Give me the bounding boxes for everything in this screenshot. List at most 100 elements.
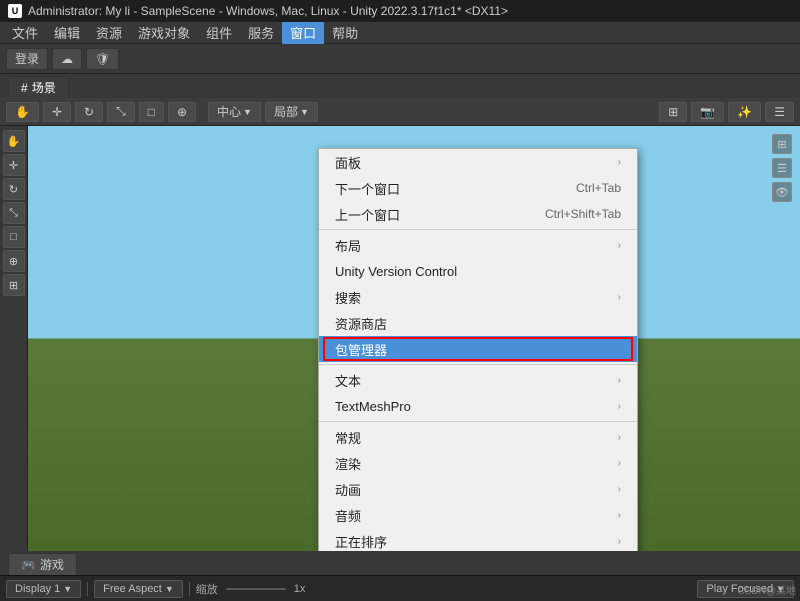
menu-item-prev-window-label: 上一个窗口 <box>335 205 400 224</box>
separator-1 <box>319 229 637 230</box>
rotate-tool[interactable]: ↻ <box>75 102 103 122</box>
menu-gameobject[interactable]: 游戏对象 <box>130 22 198 44</box>
menu-item-package-manager[interactable]: 包管理器 <box>319 336 637 362</box>
menu-item-textmeshpro-label: TextMeshPro <box>335 399 411 414</box>
menu-item-panel[interactable]: 面板 › <box>319 149 637 175</box>
scene-tab-icon: # <box>21 81 28 95</box>
scene-viewport: ⊞ ☰ 👁 面板 › 下一个窗口 Ctrl+Tab 上一个窗口 C <box>28 126 800 551</box>
scene-toolbar: ✋ ✛ ↻ ⤡ □ ⊕ 中心 ▼ 局部 ▼ ⊞ 📷 ✨ ☰ <box>0 98 800 126</box>
shortcut-next: Ctrl+Tab <box>576 181 621 195</box>
menu-window[interactable]: 窗口 <box>282 22 324 44</box>
menu-item-panel-label: 面板 <box>335 153 361 172</box>
move-icon[interactable]: ✛ <box>3 154 25 176</box>
tab-game[interactable]: 🎮 游戏 <box>8 553 77 575</box>
menu-file[interactable]: 文件 <box>4 22 46 44</box>
scale-icon[interactable]: ⤡ <box>3 202 25 224</box>
menu-item-render-label: 渲染 <box>335 454 361 473</box>
display-button[interactable]: Display 1 ▼ <box>6 580 81 598</box>
chevron-tmp: › <box>618 401 621 412</box>
nav-icon[interactable]: ⊞ <box>772 134 792 154</box>
center-toggle[interactable]: 中心 ▼ <box>208 102 261 122</box>
transform-icon[interactable]: ⊕ <box>3 250 25 272</box>
scale-value: 1x <box>294 583 306 595</box>
watermark: CSDN@某地 <box>738 582 797 597</box>
local-chevron: ▼ <box>300 107 309 117</box>
shield-button[interactable]: 🛡 <box>86 48 119 70</box>
separator-2 <box>319 364 637 365</box>
menu-item-animation[interactable]: 动画 › <box>319 476 637 502</box>
hand-tool[interactable]: ✋ <box>6 102 39 122</box>
custom-icon[interactable]: ⊞ <box>3 274 25 296</box>
menu-item-render[interactable]: 渲染 › <box>319 450 637 476</box>
display-chevron: ▼ <box>63 584 72 594</box>
move-tool[interactable]: ✛ <box>43 102 71 122</box>
menu-item-text-label: 文本 <box>335 371 361 390</box>
title-bar: U Administrator: My li - SampleScene - W… <box>0 0 800 22</box>
chevron-icon: › <box>618 157 621 168</box>
main-area: ✋ ✛ ↻ ⤡ □ ⊕ ⊞ ⊞ ☰ 👁 面板 › <box>0 126 800 551</box>
scale-tool[interactable]: ⤡ <box>107 102 135 122</box>
toolbar-row: 登录 ☁ 🛡 <box>0 44 800 74</box>
menu-item-layout[interactable]: 布局 › <box>319 232 637 258</box>
layers-icon[interactable]: ☰ <box>772 158 792 178</box>
menu-item-text[interactable]: 文本 › <box>319 367 637 393</box>
rotate-icon[interactable]: ↻ <box>3 178 25 200</box>
menu-item-sorting[interactable]: 正在排序 › <box>319 528 637 551</box>
menu-item-prev-window[interactable]: 上一个窗口 Ctrl+Shift+Tab <box>319 201 637 227</box>
separator-3 <box>319 421 637 422</box>
menu-help[interactable]: 帮助 <box>324 22 366 44</box>
chevron-sorting: › <box>618 536 621 547</box>
tab-scene[interactable]: # 场景 <box>8 76 69 98</box>
cloud-icon: ☁ <box>61 52 73 66</box>
aspect-label: Free Aspect <box>103 583 162 595</box>
dropdown-overlay: 面板 › 下一个窗口 Ctrl+Tab 上一个窗口 Ctrl+Shift+Tab… <box>28 148 800 551</box>
menu-item-sorting-label: 正在排序 <box>335 532 387 551</box>
layers-btn[interactable]: ☰ <box>765 102 794 122</box>
shield-icon: 🛡 <box>95 52 110 66</box>
divider-2 <box>189 582 190 596</box>
rect-icon[interactable]: □ <box>3 226 25 248</box>
login-label: 登录 <box>15 50 39 67</box>
chevron-general: › <box>618 432 621 443</box>
menu-item-layout-label: 布局 <box>335 236 361 255</box>
scene-tabs: # 场景 <box>0 74 800 98</box>
menu-edit[interactable]: 编辑 <box>46 22 88 44</box>
game-tab-icon: 🎮 <box>21 558 36 572</box>
menu-item-assetstore[interactable]: 资源商店 <box>319 310 637 336</box>
chevron-search: › <box>618 292 621 303</box>
display-label: Display 1 <box>15 583 60 595</box>
menu-item-package-manager-label: 包管理器 <box>335 340 387 359</box>
gizmo-btn[interactable]: ⊞ <box>659 102 687 122</box>
game-tabs: 🎮 游戏 <box>0 551 800 575</box>
chevron-layout: › <box>618 240 621 251</box>
menu-item-audio[interactable]: 音频 › <box>319 502 637 528</box>
menu-item-textmeshpro[interactable]: TextMeshPro › <box>319 393 637 419</box>
menu-item-search[interactable]: 搜索 › <box>319 284 637 310</box>
cloud-button[interactable]: ☁ <box>52 48 82 70</box>
aspect-chevron: ▼ <box>165 584 174 594</box>
transform-tool[interactable]: ⊕ <box>168 102 196 122</box>
login-button[interactable]: 登录 <box>6 48 48 70</box>
local-toggle[interactable]: 局部 ▼ <box>265 102 318 122</box>
menu-services[interactable]: 服务 <box>240 22 282 44</box>
rect-tool[interactable]: □ <box>139 102 164 122</box>
menu-item-vcs-label: Unity Version Control <box>335 264 457 279</box>
menu-item-next-window[interactable]: 下一个窗口 Ctrl+Tab <box>319 175 637 201</box>
menu-item-vcs[interactable]: Unity Version Control <box>319 258 637 284</box>
title-text: Administrator: My li - SampleScene - Win… <box>28 4 508 18</box>
menu-assets[interactable]: 资源 <box>88 22 130 44</box>
menu-item-general[interactable]: 常规 › <box>319 424 637 450</box>
chevron-audio: › <box>618 510 621 521</box>
center-chevron: ▼ <box>243 107 252 117</box>
center-label: 中心 <box>217 103 241 120</box>
scene-tab-label: 场景 <box>32 79 56 96</box>
chevron-text: › <box>618 375 621 386</box>
fx-btn[interactable]: ✨ <box>728 102 761 122</box>
aspect-button[interactable]: Free Aspect ▼ <box>94 580 183 598</box>
hand-icon[interactable]: ✋ <box>3 130 25 152</box>
menu-component[interactable]: 组件 <box>198 22 240 44</box>
camera-btn[interactable]: 📷 <box>691 102 724 122</box>
scale-slider[interactable] <box>226 588 286 590</box>
menu-bar: 文件 编辑 资源 游戏对象 组件 服务 窗口 帮助 <box>0 22 800 44</box>
view-icon[interactable]: 👁 <box>772 182 792 202</box>
